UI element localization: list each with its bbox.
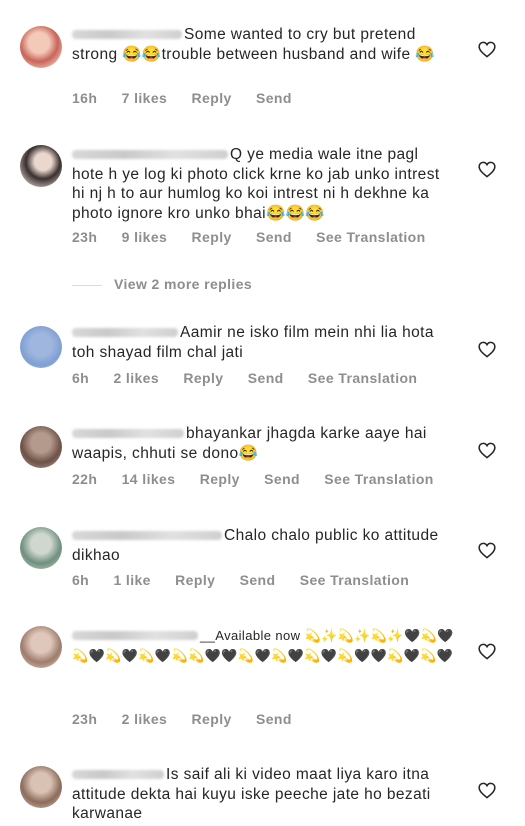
see-translation-button[interactable]: See Translation <box>300 572 409 588</box>
reply-button[interactable]: Reply <box>175 572 215 588</box>
comment-time: 23h <box>72 711 98 727</box>
username-blurred[interactable] <box>72 429 184 439</box>
comment-time: 16h <box>72 90 98 106</box>
likes-count[interactable]: 14 likes <box>122 471 176 487</box>
reply-button[interactable]: Reply <box>192 229 232 245</box>
see-translation-button[interactable]: See Translation <box>316 229 425 245</box>
likes-count[interactable]: 7 likes <box>122 90 168 106</box>
comment-time: 6h <box>72 370 90 386</box>
avatar[interactable] <box>20 326 62 368</box>
send-button[interactable]: Send <box>264 471 300 487</box>
reply-button[interactable]: Reply <box>192 711 232 727</box>
heart-icon[interactable] <box>478 643 496 660</box>
send-button[interactable]: Send <box>248 370 284 386</box>
reply-button[interactable]: Reply <box>200 471 240 487</box>
heart-icon[interactable] <box>478 442 496 459</box>
heart-icon[interactable] <box>478 341 496 358</box>
username-blurred[interactable] <box>72 150 228 160</box>
comment-meta: 6h 2 likes Reply Send See Translation <box>72 370 417 386</box>
avatar[interactable] <box>20 145 62 187</box>
avatar[interactable] <box>20 426 62 468</box>
see-translation-button[interactable]: See Translation <box>324 471 433 487</box>
comment-meta: 16h 7 likes Reply Send <box>72 90 292 106</box>
likes-count[interactable]: 1 like <box>113 572 150 588</box>
reply-button[interactable]: Reply <box>183 370 223 386</box>
send-button[interactable]: Send <box>256 90 292 106</box>
send-button[interactable]: Send <box>240 572 276 588</box>
username-blurred[interactable] <box>72 30 182 40</box>
see-translation-button[interactable]: See Translation <box>308 370 417 386</box>
avatar[interactable] <box>20 527 62 569</box>
send-button[interactable]: Send <box>256 711 292 727</box>
comment-meta: 22h 14 likes Reply Send See Translation <box>72 471 434 487</box>
comment-time: 23h <box>72 229 98 245</box>
comment-meta: 23h 9 likes Reply Send See Translation <box>72 229 426 245</box>
heart-icon[interactable] <box>478 782 496 799</box>
comment-time: 22h <box>72 471 98 487</box>
avatar[interactable] <box>20 626 62 668</box>
likes-count[interactable]: 9 likes <box>122 229 168 245</box>
heart-icon[interactable] <box>478 41 496 58</box>
likes-count[interactable]: 2 likes <box>122 711 168 727</box>
view-more-label: View 2 more replies <box>114 276 253 292</box>
comment-meta: 23h 2 likes Reply Send <box>72 711 292 727</box>
comment-meta: 6h 1 like Reply Send See Translation <box>72 572 409 588</box>
heart-icon[interactable] <box>478 161 496 178</box>
send-button[interactable]: Send <box>256 229 292 245</box>
username-blurred[interactable] <box>72 770 164 780</box>
username-blurred[interactable] <box>72 631 198 641</box>
divider <box>72 284 102 286</box>
view-more-replies-button[interactable]: View 2 more replies <box>72 276 252 292</box>
avatar[interactable] <box>20 766 62 808</box>
comment-time: 6h <box>72 572 90 588</box>
username-blurred[interactable] <box>72 531 222 541</box>
reply-button[interactable]: Reply <box>192 90 232 106</box>
username-blurred[interactable] <box>72 328 178 338</box>
avatar[interactable] <box>20 26 62 68</box>
likes-count[interactable]: 2 likes <box>113 370 159 386</box>
heart-icon[interactable] <box>478 542 496 559</box>
